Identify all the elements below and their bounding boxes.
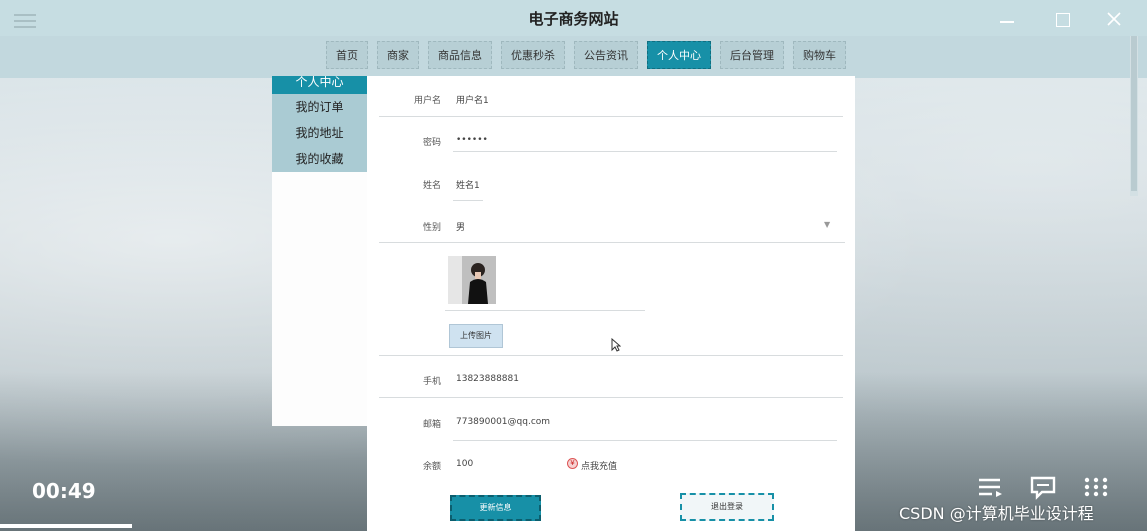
video-timestamp: 00:49 — [32, 479, 96, 503]
gender-select[interactable]: 男 — [456, 220, 465, 233]
divider — [379, 355, 843, 356]
nav-tabs: 首页 商家 商品信息 优惠秒杀 公告资讯 个人中心 后台管理 购物车 — [326, 41, 846, 69]
nav-tab-merchants[interactable]: 商家 — [377, 41, 419, 69]
sidebar-item-favorites[interactable]: 我的收藏 — [272, 146, 367, 172]
avatar — [448, 256, 496, 304]
sidebar-item-personal-center[interactable]: 个人中心 — [272, 76, 367, 94]
logout-button[interactable]: 退出登录 — [680, 493, 774, 521]
nav-tab-flash-sale[interactable]: 优惠秒杀 — [501, 41, 565, 69]
nav-tab-announcements[interactable]: 公告资讯 — [574, 41, 638, 69]
balance-value: 100 — [456, 459, 474, 469]
playlist-icon[interactable] — [978, 476, 1004, 498]
divider — [453, 440, 837, 441]
divider — [453, 200, 483, 201]
divider — [453, 151, 837, 152]
minimize-icon[interactable] — [998, 10, 1016, 28]
divider — [379, 397, 843, 398]
chevron-down-icon[interactable]: ▼ — [824, 220, 830, 229]
divider — [379, 116, 843, 117]
nav-tab-personal-center[interactable]: 个人中心 — [647, 41, 711, 69]
watermark: CSDN @计算机毕业设计程 — [899, 504, 1094, 523]
gender-label: 性别 — [422, 223, 441, 233]
recharge-icon[interactable]: ¥ — [567, 458, 578, 469]
phone-field[interactable]: 13823888881 — [456, 374, 519, 384]
recharge-link[interactable]: 点我充值 — [581, 459, 617, 472]
sidebar-menu: 个人中心 我的订单 我的地址 我的收藏 — [272, 76, 367, 172]
phone-label: 手机 — [422, 377, 441, 387]
nav-tab-home[interactable]: 首页 — [326, 41, 368, 69]
grid-menu-icon[interactable] — [1083, 476, 1109, 498]
password-field[interactable]: •••••• — [456, 135, 488, 145]
close-icon[interactable] — [1105, 10, 1123, 28]
password-label: 密码 — [422, 138, 441, 148]
email-label: 邮箱 — [422, 420, 441, 430]
nav-bar: 首页 商家 商品信息 优惠秒杀 公告资讯 个人中心 后台管理 购物车 — [0, 36, 1147, 78]
balance-label: 余额 — [422, 462, 441, 472]
scrollbar[interactable] — [1130, 36, 1138, 196]
nav-tab-cart[interactable]: 购物车 — [793, 41, 846, 69]
username-label: 用户名 — [413, 96, 441, 106]
nav-tab-products[interactable]: 商品信息 — [428, 41, 492, 69]
divider — [445, 310, 645, 311]
app-title: 电子商务网站 — [528, 10, 619, 28]
maximize-icon[interactable] — [1053, 10, 1071, 28]
name-field[interactable]: 姓名1 — [456, 178, 480, 191]
scrollbar-thumb[interactable] — [1131, 36, 1137, 191]
update-info-button[interactable]: 更新信息 — [450, 495, 541, 521]
email-field[interactable]: 773890001@qq.com — [456, 417, 550, 427]
danmaku-icon[interactable] — [1030, 476, 1056, 500]
name-label: 姓名 — [422, 181, 441, 191]
username-field[interactable]: 用户名1 — [456, 93, 489, 106]
sidebar: 个人中心 我的订单 我的地址 我的收藏 — [272, 76, 367, 426]
upload-image-button[interactable]: 上传图片 — [449, 324, 503, 348]
profile-form: 用户名 用户名1 密码 •••••• 姓名 姓名1 性别 男 ▼ 上传图片 手机… — [367, 76, 855, 531]
mouse-cursor-icon — [611, 338, 621, 352]
sidebar-item-orders[interactable]: 我的订单 — [272, 94, 367, 120]
sidebar-item-addresses[interactable]: 我的地址 — [272, 120, 367, 146]
video-progress-bar[interactable] — [0, 524, 132, 528]
nav-tab-admin[interactable]: 后台管理 — [720, 41, 784, 69]
divider — [379, 242, 845, 243]
title-bar: 电子商务网站 — [0, 0, 1147, 36]
